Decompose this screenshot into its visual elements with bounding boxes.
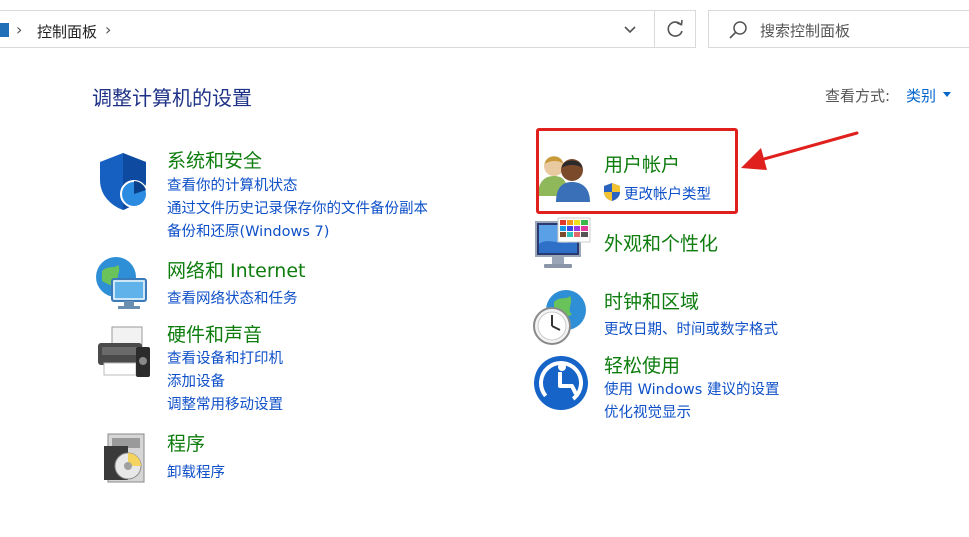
- link-change-date-time-format[interactable]: 更改日期、时间或数字格式: [604, 318, 778, 339]
- address-bar[interactable]: › 控制面板 ›: [0, 10, 654, 48]
- page-title: 调整计算机的设置: [92, 86, 252, 110]
- link-devices-printers[interactable]: 查看设备和打印机: [167, 347, 283, 368]
- breadcrumb-separator-icon[interactable]: ›: [105, 20, 111, 39]
- link-network-status[interactable]: 查看网络状态和任务: [167, 287, 298, 308]
- link-add-device[interactable]: 添加设备: [167, 370, 225, 391]
- refresh-icon: [667, 19, 683, 37]
- chevron-down-icon[interactable]: [615, 20, 645, 40]
- search-icon: [729, 21, 747, 39]
- link-uninstall-program[interactable]: 卸载程序: [167, 461, 225, 482]
- search-box[interactable]: 搜索控制面板: [708, 10, 969, 48]
- view-by-label: 查看方式:: [825, 87, 891, 105]
- printer-icon[interactable]: [92, 325, 154, 381]
- category-system-security[interactable]: 系统和安全: [167, 146, 262, 173]
- accessibility-icon[interactable]: [532, 354, 590, 412]
- control-panel-icon: [0, 23, 9, 37]
- monitor-palette-icon[interactable]: [534, 216, 592, 274]
- category-appearance-personalization[interactable]: 外观和个性化: [604, 229, 718, 256]
- link-file-history-backup[interactable]: 通过文件历史记录保存你的文件备份副本: [167, 197, 428, 218]
- breadcrumb-control-panel[interactable]: 控制面板: [37, 21, 97, 42]
- category-network-internet[interactable]: 网络和 Internet: [167, 256, 305, 283]
- search-input[interactable]: 搜索控制面板: [760, 20, 850, 41]
- shield-icon[interactable]: [94, 150, 152, 212]
- category-clock-region[interactable]: 时钟和区域: [604, 287, 699, 314]
- category-hardware-sound[interactable]: 硬件和声音: [167, 320, 262, 347]
- view-by-dropdown[interactable]: 类别: [906, 85, 936, 106]
- network-globe-icon[interactable]: [94, 253, 154, 313]
- breadcrumb-separator-icon[interactable]: ›: [16, 20, 22, 39]
- link-backup-restore[interactable]: 备份和还原(Windows 7): [167, 220, 329, 241]
- top-bar: › 控制面板 › 搜索控制面板: [0, 0, 969, 60]
- link-recommended-settings[interactable]: 使用 Windows 建议的设置: [604, 378, 779, 399]
- refresh-button[interactable]: [654, 10, 696, 48]
- annotation-arrow-icon: [741, 131, 859, 170]
- link-optimize-visual-display[interactable]: 优化视觉显示: [604, 401, 691, 422]
- category-programs[interactable]: 程序: [167, 429, 205, 456]
- programs-icon[interactable]: [98, 430, 154, 486]
- category-ease-of-access[interactable]: 轻松使用: [604, 351, 680, 378]
- highlight-box: [536, 128, 738, 214]
- clock-globe-icon[interactable]: [530, 288, 590, 346]
- dropdown-arrow-icon[interactable]: [943, 92, 951, 97]
- link-mobility-settings[interactable]: 调整常用移动设置: [167, 393, 283, 414]
- link-view-computer-status[interactable]: 查看你的计算机状态: [167, 174, 298, 195]
